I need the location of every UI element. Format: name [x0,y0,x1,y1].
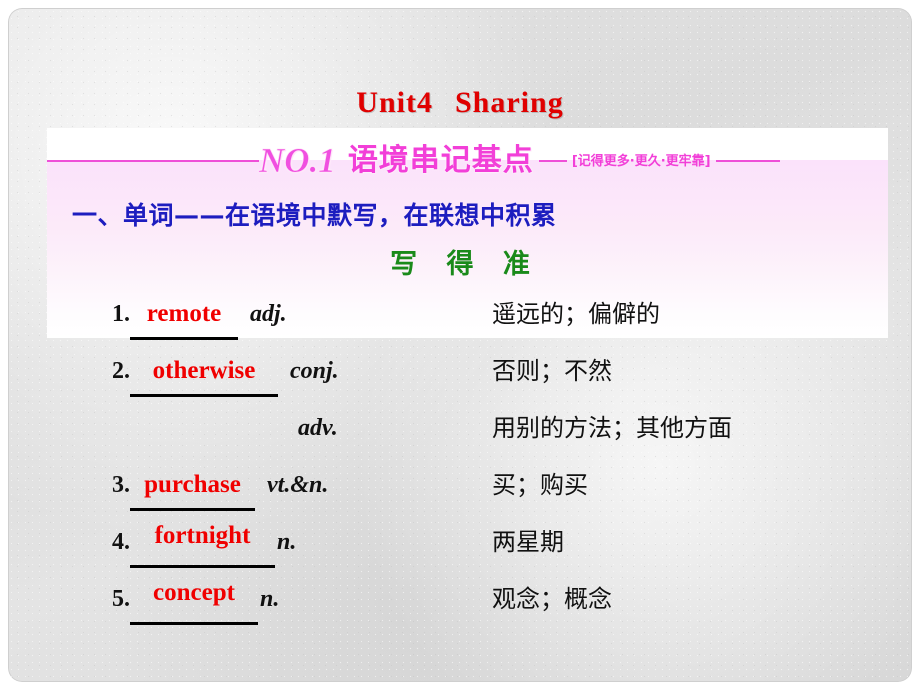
vocab-entry: 3. purchase vt.&n. [112,465,328,511]
page-title: Unit4 Sharing [8,86,912,120]
banner-chinese-label: 语境串记基点 [347,143,534,178]
vocab-meaning: 观念；概念 [492,585,612,613]
sub-heading: 写 得 准 [390,249,540,280]
vocabulary-list: 1. remote adj. 遥远的；偏僻的 2. otherwise conj. 否则；不然… [8,294,912,636]
vocab-entry: 5. concept n. [112,579,279,625]
banner: NO.1 语境串记基点 [记得更多·更久·更牢靠] [47,138,888,184]
banner-tag: [记得更多·更久·更牢靠] [571,153,711,169]
vocab-part-of-speech: n. [260,586,280,612]
vocab-index: 3. [112,472,130,498]
vocab-word: concept [153,579,235,606]
section-heading: 一、单词——在语境中默写，在联想中积累 [72,201,557,230]
vocab-row: 1. remote adj. 遥远的；偏僻的 [8,294,912,351]
slide-canvas: Unit4 Sharing NO.1 语境串记基点 [记得更多·更久·更牢靠] 一… [8,8,912,682]
vocab-part-of-speech: conj. [290,358,339,384]
vocab-meaning: 用别的方法；其他方面 [492,414,732,442]
vocab-meaning: 买；购买 [492,471,588,499]
page-title-unit: Unit4 [356,86,433,119]
vocab-row: adv. 用别的方法；其他方面 [8,408,912,465]
vocab-index: 5. [112,586,130,612]
vocab-row: 5. concept n. 观念；概念 [8,579,912,636]
vocab-meaning: 遥远的；偏僻的 [492,300,660,328]
vocab-answer-blank[interactable]: purchase [130,465,255,511]
vocab-entry: 4. fortnight n. [112,522,296,568]
vocab-part-of-speech: adj. [250,301,287,327]
banner-rule-left [47,160,259,162]
vocab-row: 4. fortnight n. 两星期 [8,522,912,579]
vocab-index: 4. [112,529,130,555]
vocab-word: purchase [144,471,241,498]
vocab-entry: 1. remote adj. [112,294,287,340]
vocab-meaning: 否则；不然 [492,357,612,385]
vocab-word: otherwise [152,357,256,384]
page-title-topic: Sharing [454,86,564,119]
vocab-answer-blank[interactable]: otherwise [130,351,278,397]
vocab-row: 3. purchase vt.&n. 买；购买 [8,465,912,522]
vocab-entry: 2. otherwise conj. [112,351,339,397]
vocab-index: 1. [112,301,130,327]
banner-number: NO.1 [259,140,336,180]
vocab-answer-blank[interactable]: fortnight [130,522,275,568]
vocab-answer-blank[interactable]: remote [130,294,238,340]
vocab-answer-blank[interactable]: concept [130,579,258,625]
vocab-meaning: 两星期 [492,528,564,556]
vocab-part-of-speech: adv. [298,415,338,441]
banner-rule-right [715,160,780,162]
vocab-row: 2. otherwise conj. 否则；不然 [8,351,912,408]
vocab-index: 2. [112,358,130,384]
vocab-word: fortnight [154,522,251,549]
banner-rule-middle [538,160,567,162]
vocab-entry: adv. [286,408,338,451]
vocab-part-of-speech: n. [277,529,297,555]
vocab-word: remote [146,300,222,327]
vocab-part-of-speech: vt.&n. [267,472,329,498]
